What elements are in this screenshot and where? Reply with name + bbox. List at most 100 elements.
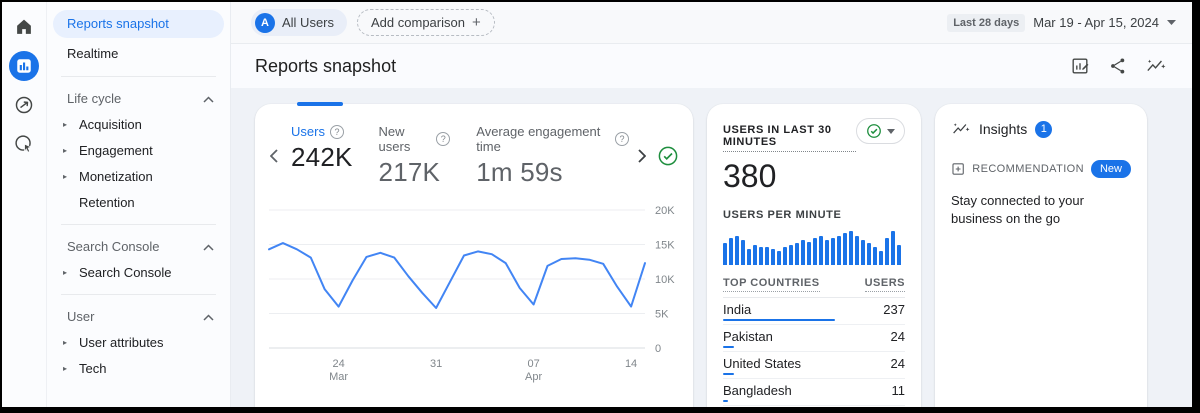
sidebar-item-engagement[interactable]: ▸Engagement (53, 138, 224, 164)
insights-spark-icon[interactable] (1144, 54, 1168, 78)
realtime-status-dropdown[interactable] (856, 118, 905, 144)
metric-label-row: Average engagement time? (476, 124, 629, 154)
add-comparison-button[interactable]: Add comparison + (357, 9, 495, 36)
plus-icon: + (472, 14, 481, 31)
sidebar-item-search-console[interactable]: ▸Search Console (53, 260, 224, 286)
country-row-india[interactable]: India237 (723, 298, 905, 325)
sidebar-item-label: Tech (79, 361, 106, 376)
audience-label: All Users (282, 15, 334, 30)
metrics-prev-button[interactable] (261, 143, 287, 169)
expand-arrow-icon: ▸ (63, 112, 67, 138)
sidebar-item-monetization[interactable]: ▸Monetization (53, 164, 224, 190)
per-minute-bar (885, 238, 889, 265)
sidebar-item-reports-snapshot[interactable]: Reports snapshot (53, 10, 224, 38)
svg-text:15K: 15K (655, 240, 675, 252)
date-range-picker[interactable]: Last 28 days Mar 19 - Apr 15, 2024 (947, 14, 1176, 32)
advertising-icon[interactable] (9, 129, 39, 159)
metric-tab-average-engagement-time[interactable]: Average engagement time?1m 59s (476, 124, 629, 188)
svg-text:5K: 5K (655, 309, 669, 321)
sidebar-item-realtime[interactable]: Realtime (53, 40, 224, 68)
per-minute-bar (897, 245, 901, 265)
per-minute-bar (753, 245, 757, 265)
date-range-text: Mar 19 - Apr 15, 2024 (1033, 15, 1159, 30)
data-quality-check-icon[interactable] (655, 143, 681, 169)
sidebar-item-user-attributes[interactable]: ▸User attributes (53, 330, 224, 356)
date-preset-chip: Last 28 days (947, 14, 1025, 32)
svg-text:20K: 20K (655, 205, 675, 217)
per-minute-bar (741, 240, 745, 265)
sidebar-section-user[interactable]: User (53, 299, 224, 330)
per-minute-bar (735, 236, 739, 265)
per-minute-bar (777, 251, 781, 265)
country-row-bangladesh[interactable]: Bangladesh11 (723, 379, 905, 406)
sidebar-section-search-console[interactable]: Search Console (53, 229, 224, 260)
help-icon[interactable]: ? (436, 132, 450, 146)
per-minute-bar (831, 238, 835, 265)
overview-chart-card: Users?242K New users?217K Average engageme… (255, 104, 693, 407)
svg-text:14: 14 (625, 358, 637, 370)
country-name: Pakistan (723, 329, 773, 344)
country-users-value: 24 (891, 356, 905, 371)
top-countries-table: India237Pakistan24United States24Banglad… (723, 298, 905, 407)
metric-tab-users[interactable]: Users?242K (291, 124, 353, 188)
per-minute-bar (867, 243, 871, 265)
share-icon[interactable] (1106, 54, 1130, 78)
help-icon[interactable]: ? (330, 125, 344, 139)
all-users-pill[interactable]: A All Users (251, 9, 347, 36)
recommendation-row: RECOMMENDATION New (951, 160, 1131, 178)
country-users-value: 24 (891, 329, 905, 344)
country-row-australia[interactable]: Australia6 (723, 406, 905, 407)
insights-title: Insights (979, 121, 1027, 137)
top-countries-header: TOP COUNTRIES USERS (723, 277, 905, 298)
country-bar (723, 319, 835, 321)
svg-text:31: 31 (430, 358, 442, 370)
metric-label: Average engagement time (476, 124, 610, 154)
sidebar-item-tech[interactable]: ▸Tech (53, 356, 224, 382)
metric-value: 1m 59s (476, 157, 629, 188)
expand-arrow-icon: ▸ (63, 260, 67, 286)
sidebar-divider (61, 224, 216, 225)
home-icon[interactable] (9, 12, 39, 42)
users-col-label: USERS (865, 277, 905, 292)
svg-text:10K: 10K (655, 274, 675, 286)
per-minute-bar (873, 247, 877, 265)
svg-text:24: 24 (333, 358, 345, 370)
sidebar-section-life-cycle[interactable]: Life cycle (53, 81, 224, 112)
per-minute-bar (855, 236, 859, 265)
explore-icon[interactable] (9, 90, 39, 120)
realtime-card: USERS IN LAST 30 MINUTES 380 USERS PER M… (707, 104, 921, 407)
per-minute-bar (747, 249, 751, 265)
country-row-pakistan[interactable]: Pakistan 24 (723, 325, 905, 352)
per-minute-bar (891, 231, 895, 265)
section-label: User (67, 309, 94, 324)
chevron-up-icon (203, 91, 214, 106)
metric-tab-new-users[interactable]: New users?217K (379, 124, 451, 188)
cards-row: Users?242K New users?217K Average engageme… (231, 88, 1192, 407)
per-minute-bar (801, 240, 805, 265)
insight-text: Stay connected to your business on the g… (951, 192, 1131, 228)
customize-report-icon[interactable] (1068, 54, 1092, 78)
users-line-chart[interactable]: 05K10K15K20K24Mar3107Apr14 (255, 198, 693, 390)
metrics-next-button[interactable] (629, 143, 655, 169)
metric-label: Users (291, 124, 325, 139)
metric-label-row: Users? (291, 124, 353, 139)
users-per-minute-chart[interactable] (723, 229, 905, 265)
svg-text:07: 07 (527, 358, 539, 370)
section-label: Life cycle (67, 91, 121, 106)
country-bar (723, 346, 734, 348)
country-users-value: 11 (892, 383, 906, 398)
country-row-united-states[interactable]: United States24 (723, 352, 905, 379)
per-minute-bar (771, 249, 775, 265)
selected-metric-indicator (297, 102, 343, 106)
svg-text:0: 0 (655, 343, 661, 355)
new-badge: New (1091, 160, 1131, 178)
per-minute-bar (861, 240, 865, 265)
per-minute-bar (843, 233, 847, 265)
users-per-minute-label: USERS PER MINUTE (723, 209, 905, 221)
sidebar-item-acquisition[interactable]: ▸Acquisition (53, 112, 224, 138)
per-minute-bar (789, 245, 793, 265)
help-icon[interactable]: ? (615, 132, 629, 146)
per-minute-bar (879, 251, 883, 265)
sidebar-item-retention[interactable]: Retention (53, 190, 224, 216)
reports-icon[interactable] (9, 51, 39, 81)
